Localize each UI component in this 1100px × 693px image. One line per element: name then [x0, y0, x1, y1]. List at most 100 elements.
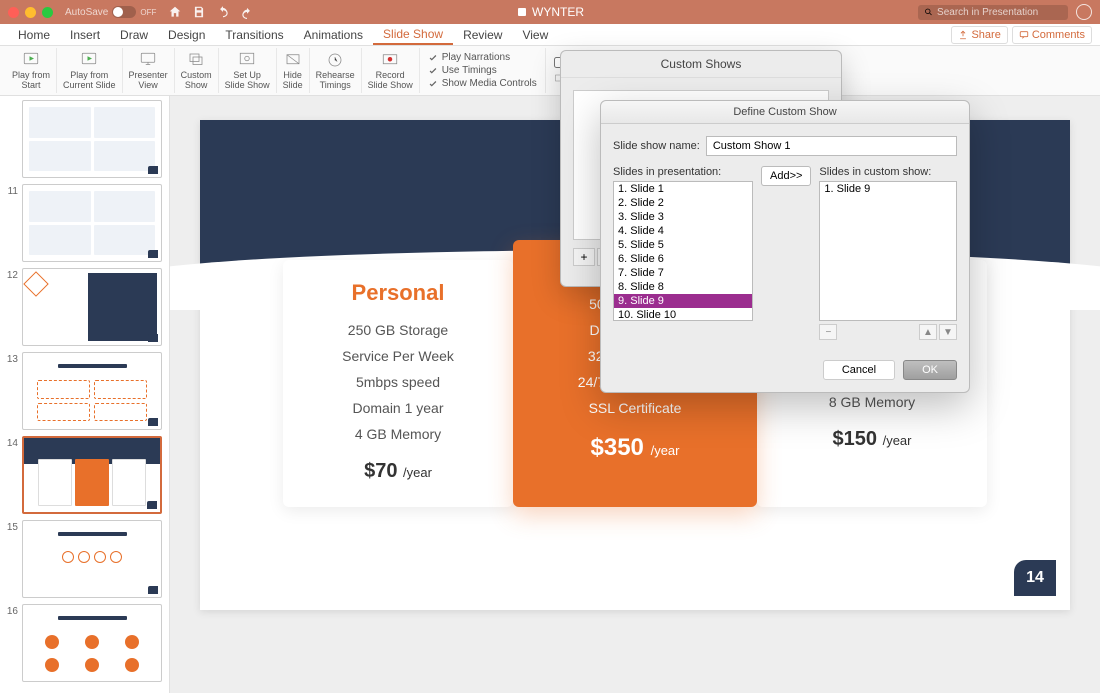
menu-draw[interactable]: Draw [110, 26, 158, 44]
titlebar: AutoSave OFF WYNTER [0, 0, 1100, 24]
close-window-button[interactable] [8, 7, 19, 18]
ribbon-rehearse[interactable]: RehearseTimings [310, 48, 362, 93]
check-play-narrations[interactable]: Play Narrations [428, 52, 537, 63]
left-column-label: Slides in presentation: [613, 166, 753, 178]
card-feature: Domain 1 year [299, 400, 497, 416]
list-item[interactable]: 5. Slide 5 [614, 238, 752, 252]
check-media-controls[interactable]: Show Media Controls [428, 78, 537, 89]
thumb-preview [22, 352, 162, 430]
presentation-icon [516, 6, 528, 18]
card-feature: 4 GB Memory [299, 426, 497, 442]
autosave-switch[interactable] [112, 6, 136, 18]
play-current-icon [79, 51, 99, 69]
thumbnail-14[interactable]: 14 [4, 436, 165, 514]
menu-animations[interactable]: Animations [294, 26, 373, 44]
thumb-preview [22, 100, 162, 178]
search-icon [924, 7, 933, 17]
card-title: Personal [299, 280, 497, 306]
window-controls [8, 7, 53, 18]
cancel-button[interactable]: Cancel [823, 360, 895, 380]
record-icon [380, 51, 400, 69]
thumbnail-10[interactable] [4, 100, 165, 178]
ribbon-play-from-start[interactable]: Play fromStart [6, 48, 57, 93]
thumb-preview [22, 268, 162, 346]
thumb-preview [22, 520, 162, 598]
save-icon[interactable] [192, 5, 206, 19]
setup-icon [237, 51, 257, 69]
minimize-window-button[interactable] [25, 7, 36, 18]
card-price: $70 /year [299, 460, 497, 483]
list-item[interactable]: 2. Slide 2 [614, 196, 752, 210]
menu-home[interactable]: Home [8, 26, 60, 44]
thumbnail-11[interactable]: 11 [4, 184, 165, 262]
list-item[interactable]: 7. Slide 7 [614, 266, 752, 280]
comment-icon [1019, 30, 1029, 40]
menu-insert[interactable]: Insert [60, 26, 110, 44]
list-item[interactable]: 10. Slide 10 [614, 308, 752, 321]
rehearse-icon [325, 51, 345, 69]
thumbnail-12[interactable]: 12 [4, 268, 165, 346]
list-item[interactable]: 6. Slide 6 [614, 252, 752, 266]
custom-show-slides-listbox[interactable]: 1. Slide 9 [819, 181, 957, 321]
check-icon [428, 53, 438, 63]
search-input[interactable] [937, 7, 1062, 18]
card-price: $350 /year [529, 434, 741, 462]
list-item[interactable]: 1. Slide 9 [820, 182, 956, 196]
home-icon[interactable] [168, 5, 182, 19]
redo-icon[interactable] [240, 5, 254, 19]
thumbnail-panel[interactable]: 11 12 13 14 15 16 [0, 96, 170, 693]
thumbnail-16[interactable]: 16 [4, 604, 165, 682]
document-title: WYNTER [516, 5, 584, 19]
search-box[interactable] [918, 5, 1068, 20]
show-name-input[interactable] [706, 136, 957, 156]
autosave-label: AutoSave [65, 7, 108, 18]
move-down-button[interactable]: ▼ [939, 324, 957, 340]
presentation-slides-listbox[interactable]: 1. Slide 12. Slide 23. Slide 34. Slide 4… [613, 181, 753, 321]
ribbon-setup-show[interactable]: Set UpSlide Show [219, 48, 277, 93]
ribbon-custom-show[interactable]: CustomShow [175, 48, 219, 93]
check-use-timings[interactable]: Use Timings [428, 65, 537, 76]
thumb-preview [22, 436, 162, 514]
list-item[interactable]: 1. Slide 1 [614, 182, 752, 196]
menu-transitions[interactable]: Transitions [215, 26, 293, 44]
price-card-personal[interactable]: Personal 250 GB Storage Service Per Week… [283, 260, 513, 507]
ribbon-playback-checks: Play Narrations Use Timings Show Media C… [420, 48, 546, 93]
move-up-button[interactable]: ▲ [919, 324, 937, 340]
menu-view[interactable]: View [512, 26, 558, 44]
share-button[interactable]: Share [951, 26, 1007, 44]
ok-button[interactable]: OK [903, 360, 957, 380]
menu-review[interactable]: Review [453, 26, 512, 44]
autosave-toggle[interactable]: AutoSave OFF [65, 6, 156, 18]
check-icon [428, 66, 438, 76]
quick-access-toolbar [168, 5, 254, 19]
custom-show-icon [186, 51, 206, 69]
menu-design[interactable]: Design [158, 26, 215, 44]
dialog-title: Custom Shows [561, 51, 841, 78]
ribbon-record[interactable]: RecordSlide Show [362, 48, 420, 93]
card-feature: SSL Certificate [529, 400, 741, 416]
add-button[interactable]: Add>> [761, 166, 811, 186]
autosave-state: OFF [140, 8, 156, 17]
list-item[interactable]: 8. Slide 8 [614, 280, 752, 294]
card-feature: 5mbps speed [299, 374, 497, 390]
thumbnail-15[interactable]: 15 [4, 520, 165, 598]
card-price: $150 /year [773, 428, 971, 451]
ribbon-hide-slide[interactable]: HideSlide [277, 48, 310, 93]
list-item[interactable]: 3. Slide 3 [614, 210, 752, 224]
card-feature: Service Per Week [299, 348, 497, 364]
thumbnail-13[interactable]: 13 [4, 352, 165, 430]
list-item[interactable]: 9. Slide 9 [614, 294, 752, 308]
remove-slide-button[interactable]: − [819, 324, 837, 340]
ribbon-presenter-view[interactable]: PresenterView [123, 48, 175, 93]
list-item[interactable]: 4. Slide 4 [614, 224, 752, 238]
define-custom-show-dialog[interactable]: Define Custom Show Slide show name: Slid… [600, 100, 970, 393]
menu-slide-show[interactable]: Slide Show [373, 25, 453, 45]
right-column-label: Slides in custom show: [819, 166, 957, 178]
undo-icon[interactable] [216, 5, 230, 19]
comments-button[interactable]: Comments [1012, 26, 1092, 44]
feedback-icon[interactable] [1076, 4, 1092, 20]
add-show-button[interactable]: + [573, 248, 595, 266]
ribbon-play-current[interactable]: Play fromCurrent Slide [57, 48, 123, 93]
play-icon [21, 51, 41, 69]
maximize-window-button[interactable] [42, 7, 53, 18]
